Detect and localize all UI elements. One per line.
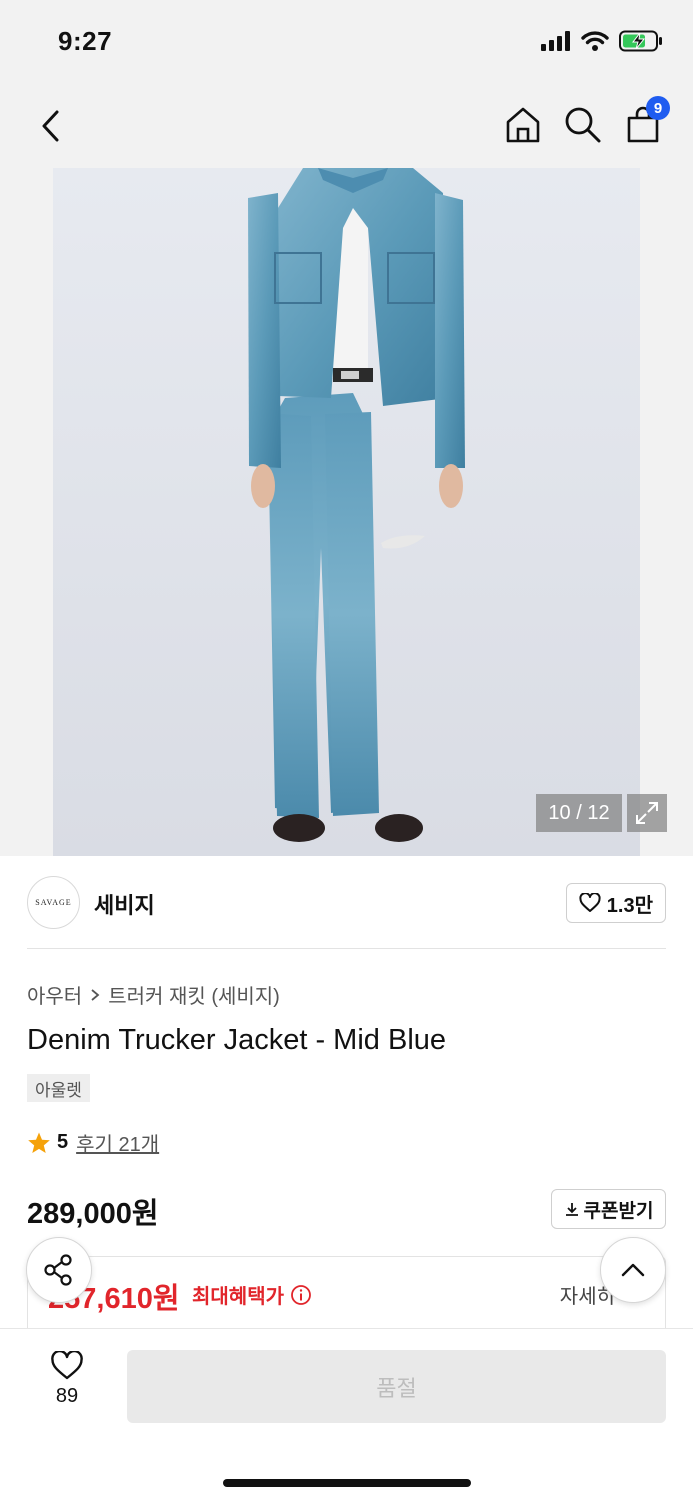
- back-button[interactable]: [30, 106, 70, 146]
- product-detail-screen: 9:27 9 10 / 12 SAVAGE 세비지 1.3만 아우터 트러커 재…: [0, 0, 693, 1500]
- search-icon: [565, 107, 601, 143]
- home-icon: [506, 107, 540, 143]
- rating-row: 5 후기 21개: [27, 1128, 159, 1157]
- heart-icon: [579, 893, 601, 912]
- battery-charging-icon: [619, 30, 662, 52]
- brand-like-count: 1.3만: [606, 894, 653, 917]
- product-image-gallery[interactable]: 10 / 12: [0, 168, 693, 856]
- chevron-right-icon: [91, 988, 100, 1001]
- home-indicator: [223, 1479, 471, 1487]
- benefit-label-text: 최대혜택가: [192, 1286, 284, 1308]
- wishlist-button[interactable]: 89: [36, 1351, 98, 1408]
- coupon-label: 쿠폰받기: [583, 1200, 654, 1222]
- divider: [27, 948, 666, 949]
- brand-logo[interactable]: SAVAGE: [27, 876, 80, 929]
- info-icon[interactable]: [290, 1284, 312, 1306]
- product-photo: [53, 168, 640, 856]
- brand-logo-text: SAVAGE: [35, 898, 72, 907]
- review-link[interactable]: 후기 21개: [76, 1128, 159, 1157]
- cart-button[interactable]: 9: [622, 96, 670, 146]
- breadcrumb-category[interactable]: 아우터: [27, 980, 82, 1009]
- scroll-to-top-button[interactable]: [600, 1237, 666, 1303]
- wishlist-count: 89: [55, 1385, 79, 1407]
- star-icon: [28, 1132, 50, 1153]
- top-navigation: 9: [0, 84, 693, 290]
- coupon-button[interactable]: 쿠폰받기: [551, 1189, 666, 1229]
- status-bar: 9:27: [0, 0, 693, 84]
- product-price: 289,000원: [27, 1198, 159, 1230]
- status-time: 9:27: [58, 26, 113, 56]
- share-icon: [44, 1254, 72, 1286]
- expand-image-button[interactable]: [627, 794, 667, 832]
- heart-icon: [51, 1351, 83, 1380]
- outlet-tag: 아울렛: [27, 1074, 90, 1102]
- download-icon: [565, 1203, 578, 1216]
- status-icons: [541, 30, 663, 52]
- denim-outfit-illustration: [53, 168, 640, 856]
- sold-out-button[interactable]: 품절: [127, 1350, 666, 1423]
- brand-name[interactable]: 세비지: [94, 888, 155, 920]
- brand-like-button[interactable]: 1.3만: [565, 883, 666, 923]
- home-button[interactable]: [502, 104, 544, 146]
- image-counter: 10 / 12: [536, 794, 622, 832]
- signal-icon: [541, 31, 570, 51]
- bottom-action-bar: 89 품절: [0, 1328, 693, 1500]
- brand-row: SAVAGE 세비지 1.3만: [27, 876, 666, 930]
- product-title: Denim Trucker Jacket - Mid Blue: [27, 1024, 447, 1056]
- share-button[interactable]: [26, 1237, 92, 1303]
- wifi-icon: [581, 31, 609, 51]
- chevron-up-icon: [621, 1263, 645, 1277]
- breadcrumb-subcategory[interactable]: 트러커 재킷 (세비지): [108, 980, 280, 1009]
- search-button[interactable]: [562, 104, 604, 146]
- rating-score: 5: [57, 1131, 69, 1153]
- benefit-label: 최대혜택가: [192, 1280, 312, 1309]
- cart-count-badge: 9: [646, 96, 670, 120]
- chevron-left-icon: [42, 110, 59, 142]
- breadcrumb: 아우터 트러커 재킷 (세비지): [27, 980, 280, 1009]
- expand-icon: [636, 802, 658, 824]
